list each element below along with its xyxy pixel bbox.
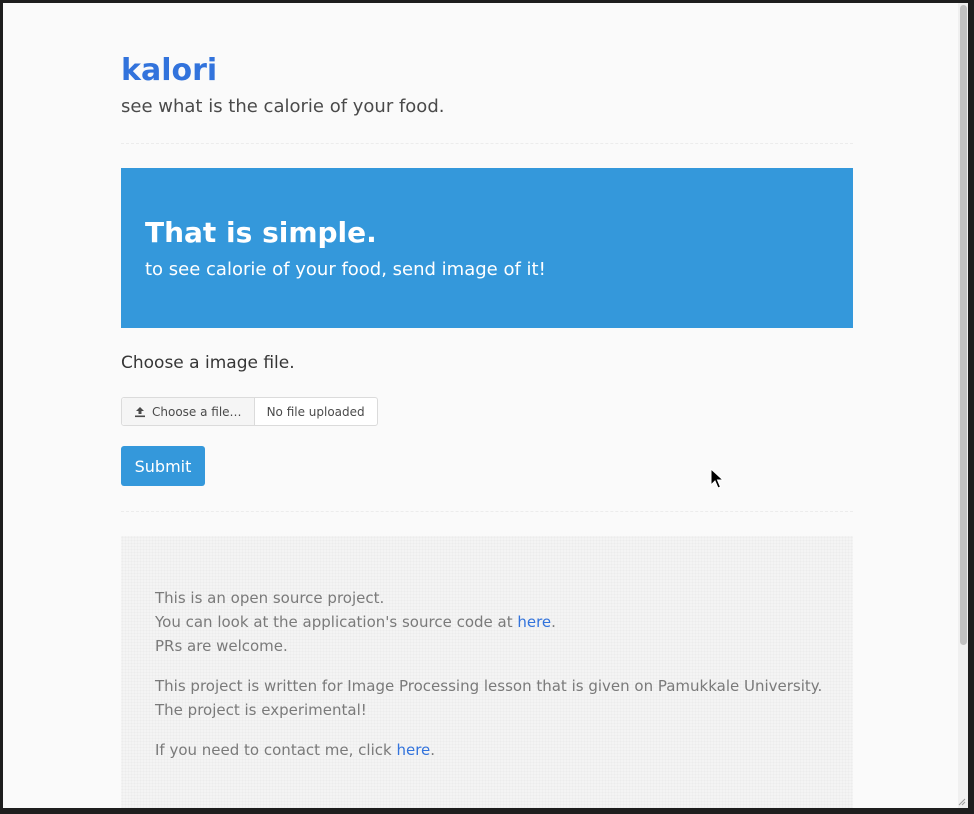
- app-title: kalori: [121, 53, 218, 88]
- footer-content: This is an open source project. You can …: [155, 586, 822, 778]
- footer: This is an open source project. You can …: [121, 536, 853, 808]
- file-input-label: Choose a image file.: [121, 353, 295, 373]
- footer-paragraph: If you need to contact me, click here.: [155, 738, 822, 762]
- divider: [121, 143, 853, 144]
- choose-file-button[interactable]: Choose a file…: [122, 398, 255, 425]
- file-name: No file uploaded: [266, 404, 365, 419]
- footer-text: This project is written for Image Proces…: [155, 677, 823, 695]
- scrollbar-thumb[interactable]: [960, 5, 967, 645]
- mouse-cursor-icon: [710, 468, 724, 489]
- hero-subtitle: to see calorie of your food, send image …: [145, 259, 546, 280]
- footer-paragraph: This project is written for Image Proces…: [155, 674, 822, 722]
- footer-text: .: [551, 613, 556, 631]
- hero-banner: That is simple. to see calorie of your f…: [121, 168, 853, 328]
- footer-paragraph: This is an open source project. You can …: [155, 586, 822, 658]
- choose-file-label: Choose a file…: [152, 404, 242, 419]
- contact-link[interactable]: here: [396, 741, 430, 759]
- submit-button[interactable]: Submit: [121, 446, 205, 486]
- browser-viewport: kalori see what is the calorie of your f…: [3, 3, 968, 808]
- vertical-scrollbar[interactable]: [958, 3, 968, 808]
- footer-text: You can look at the application's source…: [155, 613, 518, 631]
- footer-text: If you need to contact me, click: [155, 741, 397, 759]
- source-code-link[interactable]: here: [517, 613, 551, 631]
- divider: [121, 511, 853, 512]
- footer-text: PRs are welcome.: [155, 637, 288, 655]
- hero-title: That is simple.: [145, 216, 377, 249]
- footer-text: The project is experimental!: [155, 701, 367, 719]
- upload-icon: [135, 406, 145, 417]
- resize-grip-icon[interactable]: [956, 796, 966, 806]
- footer-text: This is an open source project.: [155, 589, 385, 607]
- footer-text: .: [430, 741, 436, 759]
- app-subtitle: see what is the calorie of your food.: [121, 96, 445, 117]
- file-input[interactable]: Choose a file… No file uploaded: [121, 397, 378, 426]
